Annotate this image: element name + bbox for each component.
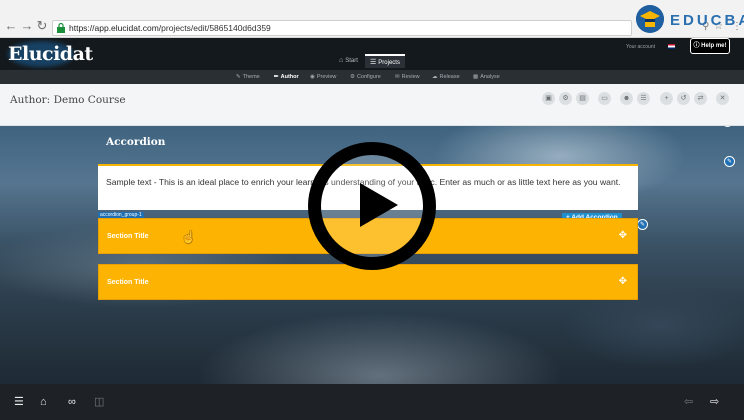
tab-start-label: Start — [345, 58, 358, 64]
shuffle-icon[interactable]: ⇄ — [694, 92, 707, 105]
back-icon[interactable]: ← — [4, 19, 18, 33]
author-title: Author: Demo Course — [10, 94, 126, 106]
settings-icon[interactable]: ⚙ — [559, 92, 572, 105]
educba-text: EDUCBA — [670, 12, 744, 29]
nav-preview[interactable]: ◉ Preview — [310, 70, 336, 84]
nav-release[interactable]: ☁ Release — [432, 70, 460, 84]
logo-text: Elucidat — [8, 43, 93, 65]
gears-icon: ⚙ — [350, 74, 355, 80]
author-bar: Author: Demo Course ▣ ⚙ ▤ ▭ ☻ ☰ + ↺ ⇄ ✕ — [0, 84, 744, 126]
nav-author-label: Author — [280, 74, 299, 80]
play-icon[interactable] — [360, 183, 398, 227]
browser-toolbar: ← → ↻ https://app.elucidat.com/projects/… — [0, 0, 744, 38]
add-icon[interactable]: + — [660, 92, 673, 105]
help-label: Help me! — [701, 43, 727, 49]
bottom-toolbar: ☰ ⌂ ∞ ◫ ⇦ ⇨ — [0, 384, 744, 420]
mouse-cursor-icon: ☝ — [181, 230, 196, 244]
nav-review[interactable]: ✉ Review — [395, 70, 420, 84]
sub-navigation: ✎ Theme ✏ Author ◉ Preview ⚙ Configure ✉ Revi… — [0, 70, 744, 84]
app-header: Elucidat ⌂ Start ☰ Projects — [0, 38, 744, 70]
list-icon: ☰ — [370, 59, 377, 66]
pencil-icon: ✏ — [274, 74, 279, 80]
course-name[interactable]: Demo Course — [54, 94, 126, 106]
nav-configure-label: Configure — [356, 74, 381, 80]
nav-theme-label: Theme — [242, 74, 260, 80]
edit-background-icon[interactable]: ✎ — [724, 156, 735, 167]
comments-icon: ✉ — [395, 74, 400, 80]
section-title[interactable]: Section Title — [107, 279, 149, 286]
lock-icon — [57, 23, 65, 33]
elucidat-logo[interactable]: Elucidat — [8, 41, 93, 67]
nav-author[interactable]: ✏ Author — [274, 70, 299, 84]
reload-icon[interactable]: ↻ — [35, 19, 49, 33]
bar-chart-icon: ▩ — [473, 74, 479, 80]
edit-page-icon[interactable]: ✎ — [722, 126, 733, 127]
home-icon[interactable]: ⌂ — [40, 396, 47, 408]
url-host: https://app.elucidat.com — [69, 23, 159, 33]
nav-configure[interactable]: ⚙ Configure — [350, 70, 381, 84]
brush-icon: ✎ — [236, 74, 241, 80]
link-icon[interactable]: ∞ — [68, 396, 76, 408]
flag-icon[interactable] — [668, 44, 675, 49]
tab-start[interactable]: ⌂ Start — [334, 54, 363, 68]
prev-arrow-icon[interactable]: ⇦ — [684, 396, 693, 408]
trash-icon[interactable]: ✕ — [716, 92, 729, 105]
nav-analyse[interactable]: ▩ Analyse — [473, 70, 500, 84]
url-text: https://app.elucidat.com/projects/edit/5… — [69, 22, 271, 35]
expand-icon[interactable]: ✥ — [619, 276, 627, 288]
forward-icon[interactable]: → — [20, 19, 34, 33]
address-bar[interactable]: https://app.elucidat.com/projects/edit/5… — [52, 20, 632, 36]
tab-projects[interactable]: ☰ Projects — [365, 54, 405, 68]
person-icon[interactable]: ☻ — [620, 92, 633, 105]
monitor-icon[interactable]: ▭ — [598, 92, 611, 105]
list-icon[interactable]: ☰ — [637, 92, 650, 105]
eye-icon: ◉ — [310, 74, 315, 80]
nav-analyse-label: Analyse — [480, 74, 500, 80]
account-label[interactable]: Your account — [626, 44, 655, 50]
author-prefix: Author: — [10, 94, 51, 106]
help-button[interactable]: ⓘ Help me! — [690, 38, 730, 54]
next-arrow-icon[interactable]: ⇨ — [710, 396, 719, 408]
save-icon[interactable]: ▣ — [542, 92, 555, 105]
expand-icon[interactable]: ✥ — [619, 230, 627, 242]
nav-review-label: Review — [401, 74, 420, 80]
nav-release-label: Release — [439, 74, 460, 80]
url-path: /projects/edit/5865140d6d359 — [158, 23, 271, 33]
folder-icon[interactable]: ◫ — [94, 396, 104, 408]
edit-style-icon[interactable]: ✎ — [637, 219, 648, 230]
educba-logo-icon — [636, 5, 664, 33]
cloud-icon: ☁ — [432, 74, 438, 80]
image-icon[interactable]: ▤ — [576, 92, 589, 105]
accordion-heading[interactable]: Accordion — [106, 136, 165, 148]
layers-icon[interactable]: ☰ — [14, 396, 24, 408]
tab-projects-label: Projects — [378, 60, 400, 66]
home-icon: ⌂ — [339, 57, 344, 64]
history-icon[interactable]: ↺ — [677, 92, 690, 105]
help-icon: ⓘ — [693, 43, 700, 49]
nav-preview-label: Preview — [316, 74, 337, 80]
nav-theme[interactable]: ✎ Theme — [236, 70, 260, 84]
section-title[interactable]: Section Title — [107, 233, 149, 240]
